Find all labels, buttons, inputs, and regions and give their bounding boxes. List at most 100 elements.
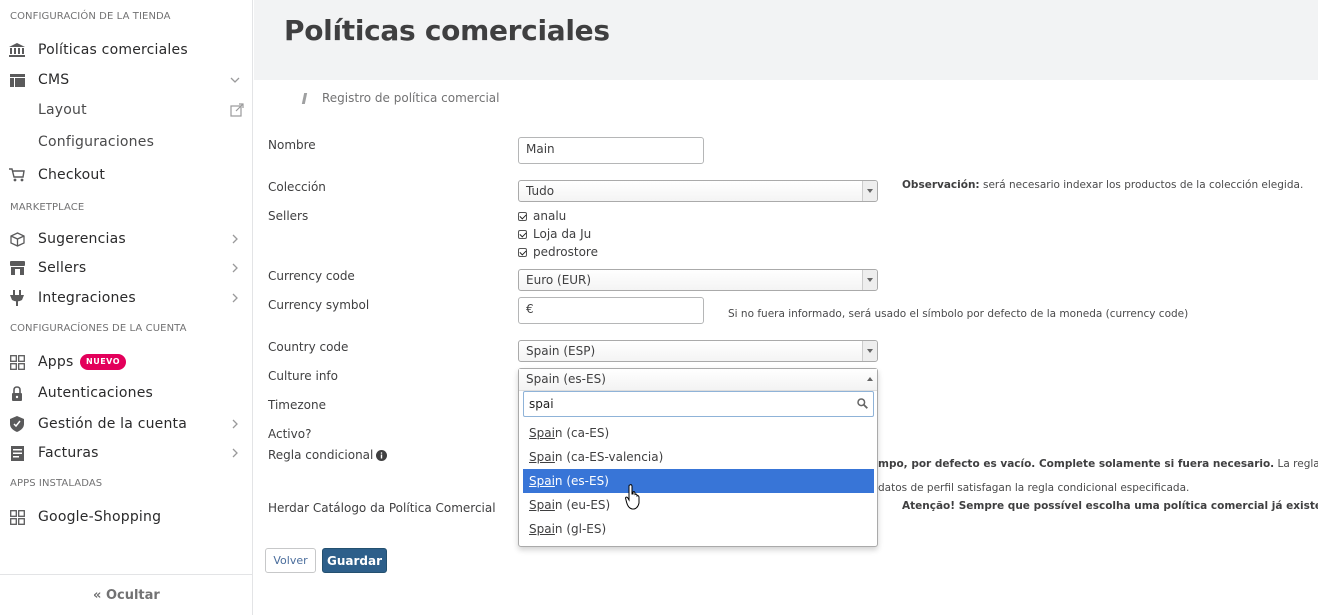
currency-code-label: Currency code	[268, 269, 355, 283]
layout-icon	[9, 72, 25, 88]
chevron-right-icon	[230, 263, 240, 273]
sellers-label: Sellers	[268, 209, 309, 223]
country-code-select[interactable]: Spain (ESP)	[518, 340, 878, 362]
save-button[interactable]: Guardar	[322, 548, 387, 573]
dropdown-arrow-icon	[862, 270, 877, 290]
sidebar-item-sellers[interactable]: Sellers	[0, 255, 252, 281]
checkbox-checked-icon[interactable]	[518, 211, 527, 221]
hand-cursor-icon	[624, 484, 641, 514]
herdar-note: Atenção! Sempre que possível escolha uma…	[902, 500, 1318, 512]
search-icon	[857, 398, 868, 412]
sidebar-item-cms[interactable]: CMS	[0, 67, 252, 93]
currency-symbol-label: Currency symbol	[268, 298, 370, 312]
chevron-down-icon	[230, 75, 240, 85]
external-link-icon	[230, 103, 244, 117]
section-title-marketplace: MARKETPLACE	[10, 202, 85, 213]
dropdown-option[interactable]: Spain (eu-ES)	[523, 493, 874, 517]
hide-sidebar-button[interactable]: « Ocultar	[0, 574, 252, 615]
sidebar-item-label: Políticas comerciales	[38, 42, 188, 58]
sidebar-item-configuraciones[interactable]: Configuraciones	[0, 129, 252, 155]
checkbox-checked-icon[interactable]	[518, 229, 527, 239]
currency-symbol-input[interactable]: €	[518, 297, 704, 324]
currency-symbol-note: Si no fuera informado, será usado el sím…	[728, 308, 1189, 320]
bank-icon	[9, 42, 25, 58]
double-chevron-left-icon: «	[93, 588, 102, 603]
coleccion-note: Observación: será necesario indexar los …	[902, 179, 1304, 191]
sidebar-item-label: Apps	[38, 354, 74, 370]
grid-icon	[9, 354, 25, 370]
back-button[interactable]: Volver	[265, 548, 316, 573]
herdar-label: Herdar Catálogo da Política Comercial	[268, 501, 496, 515]
sidebar-item-integraciones[interactable]: Integraciones	[0, 285, 252, 311]
dropdown-option[interactable]: Spain (gl-ES)	[523, 517, 874, 541]
sidebar-item-label: Sugerencias	[38, 231, 126, 247]
box-icon	[9, 231, 25, 247]
regla-condicional-label: Regla condicional	[268, 448, 388, 462]
sidebar-item-label: Checkout	[38, 167, 106, 183]
sidebar-item-label: CMS	[38, 72, 70, 88]
sidebar-item-label: Autenticaciones	[38, 385, 154, 401]
dropdown-option[interactable]: Spain (ca-ES-valencia)	[523, 445, 874, 469]
chevron-right-icon	[230, 234, 240, 244]
sidebar-item-label: Configuraciones	[38, 134, 155, 150]
currency-code-value: Euro (EUR)	[526, 273, 592, 287]
sidebar-item-politicas[interactable]: Políticas comerciales	[0, 37, 252, 63]
chevron-right-icon	[230, 293, 240, 303]
app-root: CONFIGURACIÓN DE LA TIENDA Políticas com…	[0, 0, 1318, 615]
timezone-label: Timezone	[268, 398, 326, 412]
section-title-store: CONFIGURACIÓN DE LA TIENDA	[10, 11, 171, 22]
sidebar-item-label: Layout	[38, 102, 87, 118]
sidebar-item-label: Google-Shopping	[38, 509, 162, 525]
dropdown-search-input[interactable]: spai	[523, 391, 874, 417]
info-icon[interactable]	[376, 449, 388, 461]
nombre-label: Nombre	[268, 138, 316, 152]
sidebar-item-label: Gestión de la cuenta	[38, 416, 188, 432]
currency-code-select[interactable]: Euro (EUR)	[518, 269, 878, 291]
breadcrumb-separator	[301, 92, 308, 104]
seller-checkbox[interactable]: analu	[518, 209, 566, 223]
shield-icon	[9, 416, 25, 432]
chevron-up-icon	[867, 377, 873, 381]
chevron-right-icon	[230, 448, 240, 458]
sidebar-item-label: Facturas	[38, 445, 99, 461]
sidebar-item-layout[interactable]: Layout	[0, 97, 252, 123]
coleccion-select[interactable]: Tudo	[518, 180, 878, 202]
regla-note-line2: datos de perfil satisfagan la regla cond…	[878, 482, 1190, 494]
sidebar-item-gestion[interactable]: Gestión de la cuenta	[0, 411, 252, 437]
sidebar-item-sugerencias[interactable]: Sugerencias	[0, 226, 252, 252]
cart-icon	[9, 167, 25, 183]
nombre-input[interactable]: Main	[518, 137, 704, 164]
sidebar-item-apps[interactable]: Apps NUEVO	[0, 349, 252, 375]
hide-sidebar-label: « Ocultar	[93, 588, 160, 603]
sidebar-item-facturas[interactable]: Facturas	[0, 440, 252, 466]
country-code-label: Country code	[268, 340, 349, 354]
activo-label: Activo?	[268, 427, 312, 441]
invoice-icon	[9, 445, 25, 461]
plug-icon	[9, 290, 25, 306]
sidebar-item-autenticaciones[interactable]: Autenticaciones	[0, 380, 252, 406]
checkbox-checked-icon[interactable]	[518, 247, 527, 257]
dropdown-option[interactable]: Spain (ca-ES)	[523, 421, 874, 445]
new-badge: NUEVO	[80, 354, 127, 370]
seller-checkbox[interactable]: Loja da Ju	[518, 227, 591, 241]
seller-checkbox[interactable]: pedrostore	[518, 245, 598, 259]
sidebar: CONFIGURACIÓN DE LA TIENDA Políticas com…	[0, 0, 253, 615]
dropdown-option-selected[interactable]: Spain (es-ES)	[523, 469, 874, 493]
dropdown-arrow-icon	[862, 341, 877, 361]
regla-note: mpo, por defecto es vacío. Complete sola…	[878, 458, 1318, 470]
breadcrumb-item: Registro de política comercial	[322, 91, 500, 105]
page-header: Políticas comerciales	[254, 0, 1318, 80]
sidebar-item-google-shopping[interactable]: Google-Shopping	[0, 504, 252, 530]
culture-info-select[interactable]: Spain (es-ES)	[519, 369, 877, 391]
dropdown-arrow-icon	[862, 181, 877, 201]
culture-info-label: Culture info	[268, 369, 339, 383]
sidebar-item-checkout[interactable]: Checkout	[0, 162, 252, 188]
page-title: Políticas comerciales	[284, 14, 610, 47]
culture-info-dropdown[interactable]: Spain (es-ES) spai Spain (ca-ES) Spain (…	[518, 368, 878, 547]
country-code-value: Spain (ESP)	[526, 344, 596, 358]
section-title-apps: APPS INSTALADAS	[10, 478, 103, 489]
culture-info-value: Spain (es-ES)	[526, 372, 606, 386]
chevron-right-icon	[230, 419, 240, 429]
sidebar-item-label: Integraciones	[38, 290, 136, 306]
coleccion-value: Tudo	[526, 184, 555, 198]
